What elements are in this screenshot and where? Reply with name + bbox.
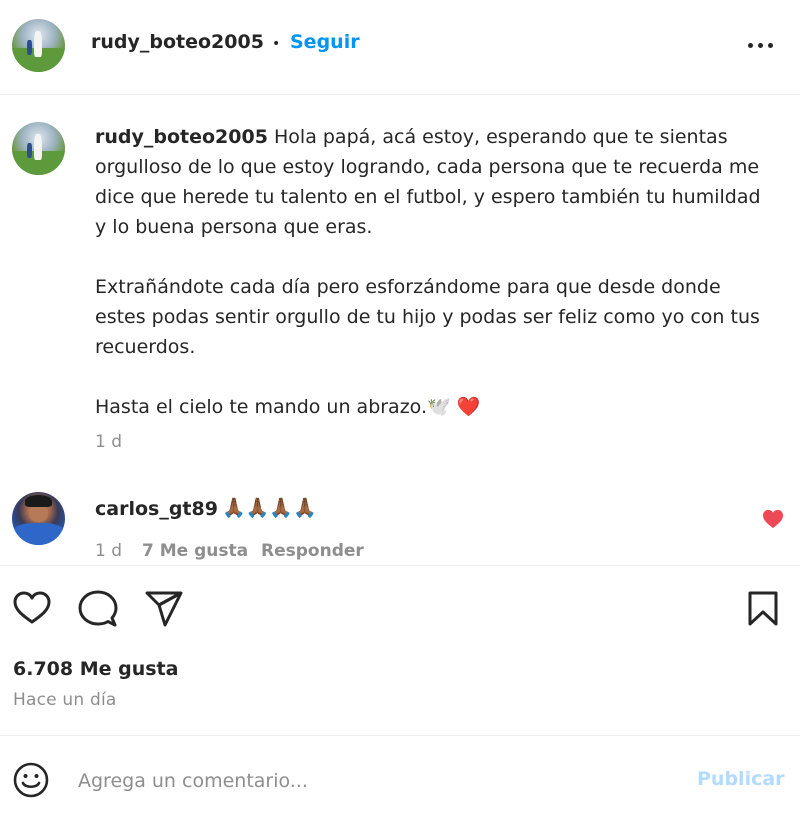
post-header: rudy_boteo2005 • Seguir: [0, 0, 800, 95]
like-count[interactable]: 6.708 Me gusta: [13, 658, 178, 680]
post-date: Hace un día: [13, 690, 117, 710]
comment-liked-heart-icon[interactable]: [762, 509, 784, 529]
comments-divider: [0, 565, 800, 566]
save-bookmark-icon[interactable]: [748, 591, 778, 627]
caption-timestamp[interactable]: 1 d: [95, 432, 122, 452]
separator-dot: •: [272, 36, 281, 52]
post-caption: rudy_boteo2005 Hola papá, acá estoy, esp…: [95, 122, 765, 422]
comment-timestamp[interactable]: 1 d: [95, 541, 122, 561]
comment-likes[interactable]: 7 Me gusta: [142, 541, 248, 561]
like-heart-icon[interactable]: [13, 591, 51, 625]
share-send-icon[interactable]: [145, 591, 183, 627]
comment-bubble-icon[interactable]: [78, 590, 118, 628]
composer-divider: [0, 735, 800, 736]
author-avatar[interactable]: [12, 19, 65, 72]
emoji-icon[interactable]: [13, 762, 49, 798]
more-options-icon[interactable]: [748, 42, 774, 50]
caption-username[interactable]: rudy_boteo2005: [95, 126, 268, 148]
caption-avatar[interactable]: [12, 122, 65, 175]
commenter-avatar[interactable]: [12, 492, 65, 545]
author-username[interactable]: rudy_boteo2005: [91, 31, 264, 53]
commenter-username[interactable]: carlos_gt89: [95, 498, 218, 520]
publish-button[interactable]: Publicar: [697, 768, 785, 790]
comment-text: 🙏🏾🙏🏾🙏🏾🙏🏾: [222, 497, 317, 519]
caption-paragraph-3: Hasta el cielo te mando un abrazo.🕊️ ❤️: [95, 396, 481, 418]
follow-button[interactable]: Seguir: [290, 31, 360, 53]
reply-button[interactable]: Responder: [261, 541, 364, 561]
comment-input[interactable]: [78, 766, 658, 796]
caption-paragraph-2: Extrañándote cada día pero esforzándome …: [95, 276, 760, 358]
